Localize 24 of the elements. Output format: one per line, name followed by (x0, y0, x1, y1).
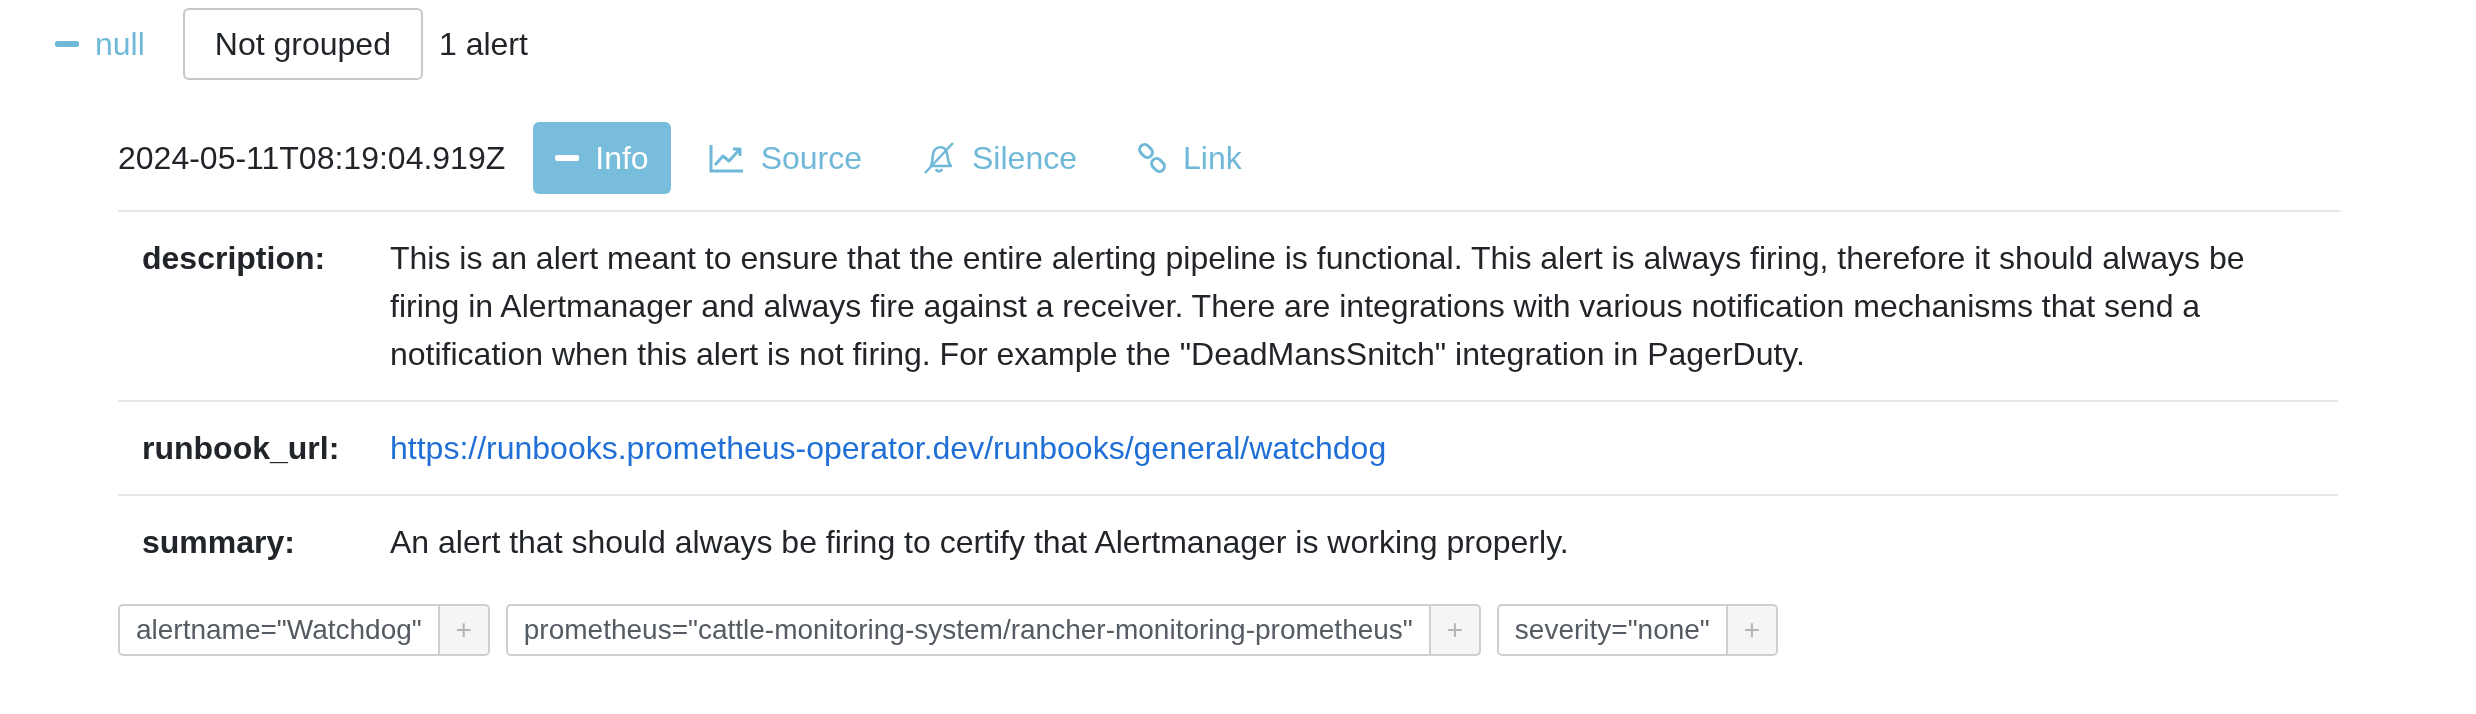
group-toggle-link[interactable]: null (55, 25, 145, 63)
annotation-key: summary: (142, 518, 390, 566)
annotation-key: description: (142, 234, 390, 282)
add-filter-button[interactable]: + (1727, 604, 1778, 656)
label-chip[interactable]: severity="none" (1496, 604, 1728, 656)
annotation-value: This is an alert meant to ensure that the entire alerting pipeline is functional. This alert is always firing, therefore it should always be firing in Alertmanager and always fire against a receiver. There are integrations with various notification mechanisms that send a notification when this alert is not firing. For example the "DeadMansSnitch" integration in PagerDuty. (390, 239, 2246, 374)
alert-count: 1 alert (438, 25, 528, 63)
grouping-button[interactable]: Not grouped (182, 8, 423, 80)
link-button[interactable]: Link (1114, 122, 1264, 194)
add-filter-button[interactable]: + (1430, 604, 1481, 656)
annotation-key: runbook_url: (142, 424, 390, 472)
label-chip[interactable]: alertname="Watchdog" (118, 604, 440, 656)
link-icon (1136, 143, 1167, 173)
runbook-link[interactable]: https://runbooks.prometheus-operator.dev/runbooks/general/watchdog (390, 424, 1387, 472)
silence-button[interactable]: Silence (900, 122, 1099, 194)
info-button[interactable]: Info (533, 122, 671, 194)
annotation-value: An alert that should always be firing to certify that Alertmanager is working properly. (390, 523, 1570, 562)
alert-timestamp: 2024-05-11T08:19:04.919Z (118, 139, 506, 177)
label-chip[interactable]: prometheus="cattle-monitoring-system/rancher-monitoring-prometheus" (505, 604, 1431, 656)
source-button[interactable]: Source (686, 122, 884, 194)
add-filter-button[interactable]: + (439, 604, 490, 656)
chart-icon (708, 143, 745, 173)
muted-bell-icon (922, 141, 956, 175)
minus-icon (555, 155, 580, 161)
